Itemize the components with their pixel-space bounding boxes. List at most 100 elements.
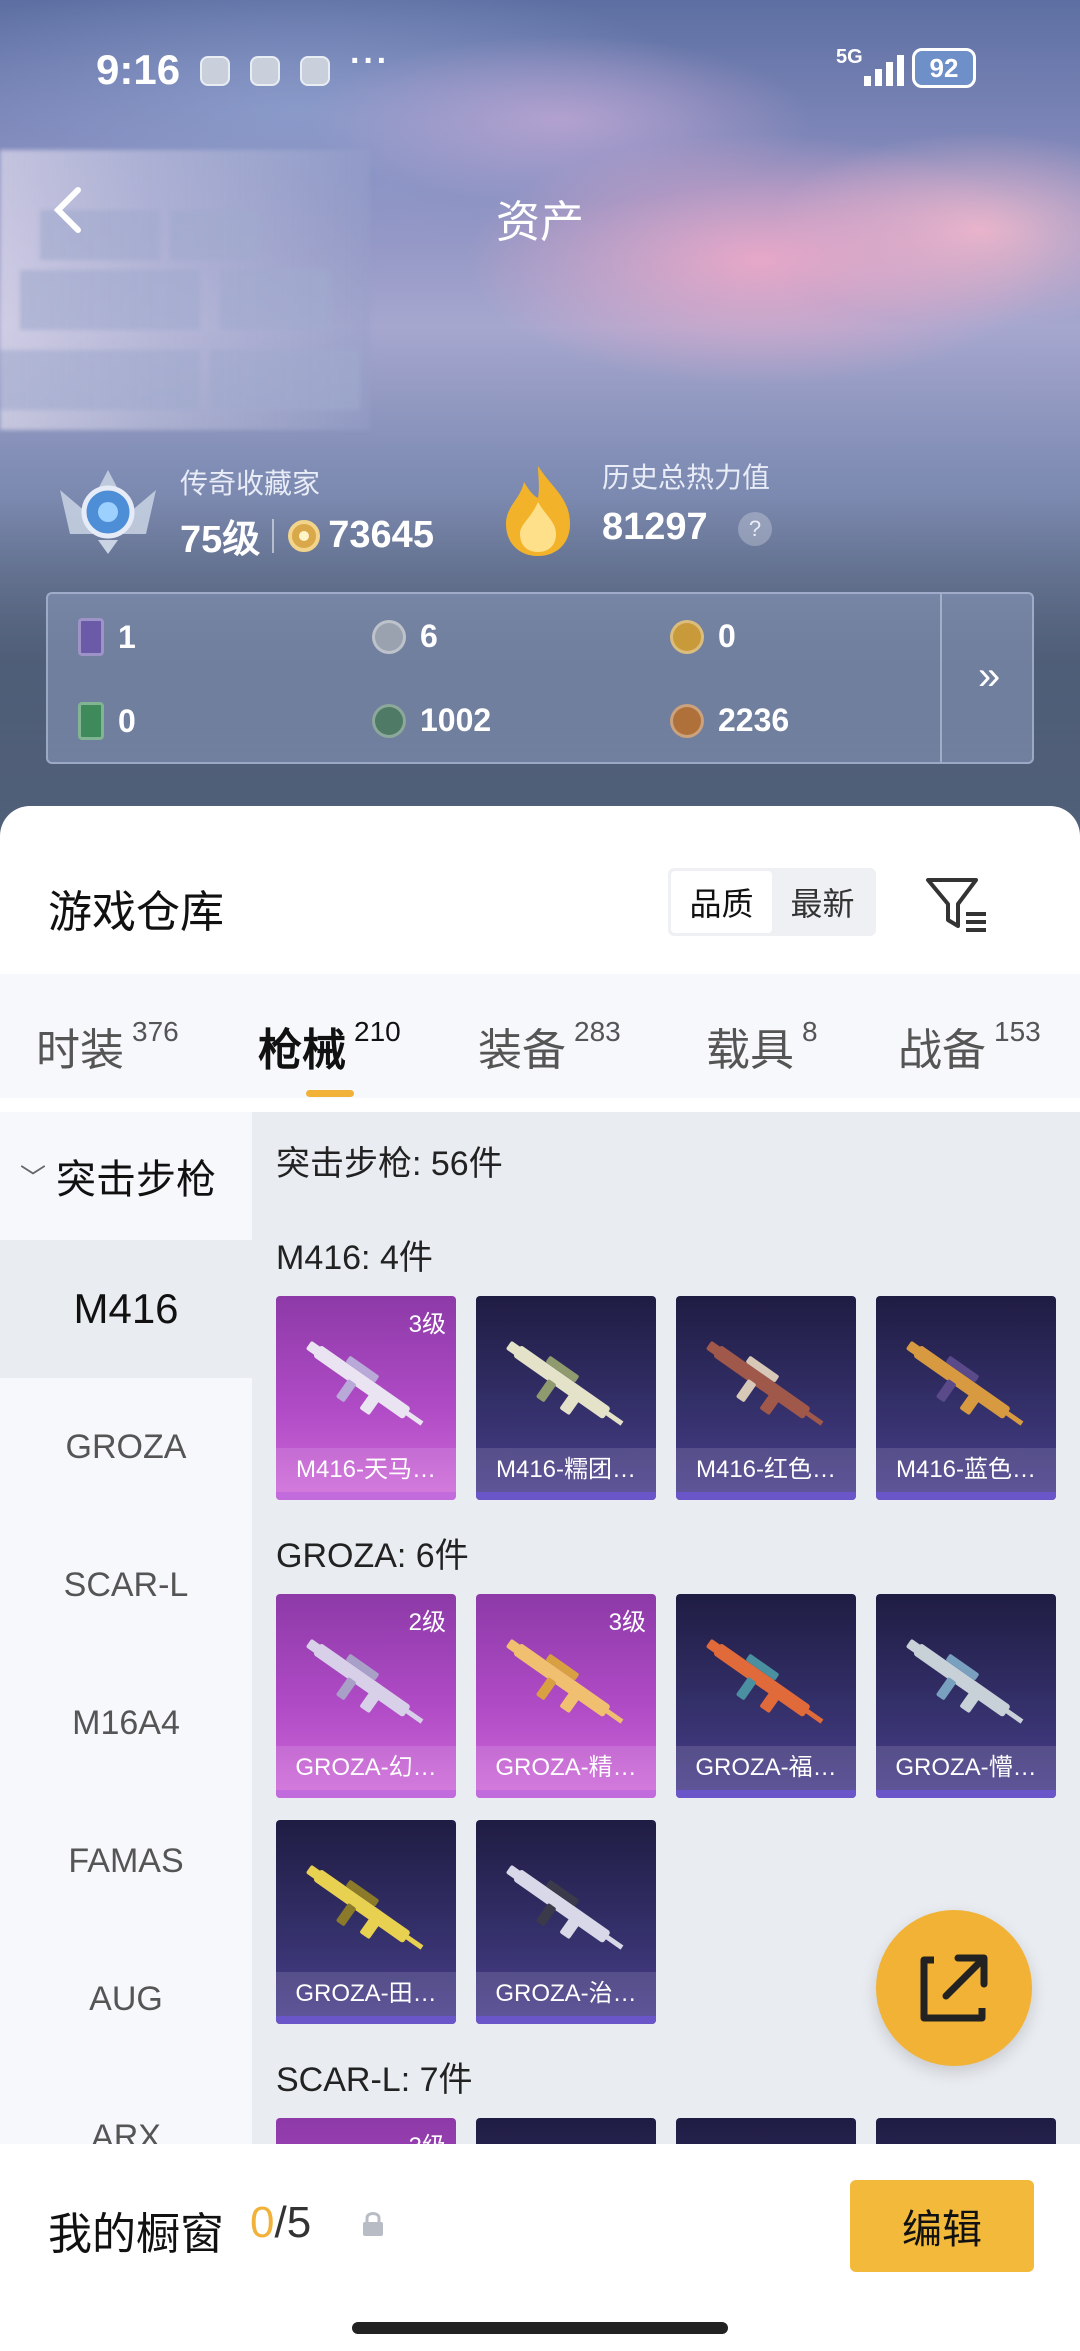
- rarity-strip: [276, 2016, 456, 2024]
- share-button[interactable]: [876, 1910, 1032, 2066]
- heat-label: 历史总热力值: [602, 462, 771, 493]
- currency-item: 6: [372, 618, 438, 655]
- weapon-card[interactable]: M416-蓝色…: [876, 1296, 1056, 1500]
- weapon-name: GROZA-精…: [476, 1746, 656, 1790]
- warehouse-sheet: 游戏仓库 品质 最新 时装 376 枪械 210 装备 283 载具 8 战备 …: [0, 806, 1080, 2351]
- sidebar-item-scar-l[interactable]: SCAR-L: [0, 1516, 252, 1654]
- weapon-name: GROZA-治…: [476, 1972, 656, 2016]
- currency-item: 1002: [372, 702, 491, 739]
- chevron-down-icon: ﹀: [20, 1162, 47, 1193]
- sort-latest-button[interactable]: 最新: [772, 871, 873, 933]
- tab-fashion[interactable]: 时装 376: [36, 1014, 179, 1078]
- currency-item: 1: [78, 618, 136, 656]
- status-time: 9:16: [96, 46, 181, 93]
- weapon-card[interactable]: 2级 GROZA-幻…: [276, 1594, 456, 1798]
- rarity-strip: [276, 1492, 456, 1500]
- signal-icon: [864, 55, 904, 86]
- app-notification-icon: [250, 56, 280, 86]
- help-icon[interactable]: ?: [738, 512, 772, 546]
- weapon-level: 2级: [408, 1609, 446, 1636]
- sort-quality-button[interactable]: 品质: [671, 871, 772, 933]
- tab-supplies[interactable]: 战备 153: [898, 1014, 1041, 1078]
- showcase-used: 0: [250, 2198, 275, 2247]
- section-title: SCAR-L: 7件: [276, 2061, 473, 2099]
- sidebar-item-famas[interactable]: FAMAS: [0, 1792, 252, 1930]
- currency-value: 6: [420, 618, 438, 654]
- bronze-coin-icon: [670, 703, 704, 738]
- green-coin-icon: [372, 703, 406, 738]
- green-card-icon: [78, 702, 104, 740]
- tab-count: 283: [574, 1016, 621, 1047]
- divider: [272, 518, 275, 553]
- tab-firearms[interactable]: 枪械 210: [258, 1014, 401, 1078]
- rifle-icon: [506, 1341, 624, 1426]
- sidebar-item-aug[interactable]: AUG: [0, 1930, 252, 2068]
- weapon-card[interactable]: 3级 GROZA-精…: [476, 1594, 656, 1798]
- collector-points: 73645: [328, 514, 434, 556]
- tab-label: 装备: [478, 1026, 566, 1075]
- tab-vehicles[interactable]: 载具 8: [706, 1014, 818, 1078]
- rifle-icon: [906, 1639, 1024, 1724]
- weapon-card[interactable]: GROZA-福…: [676, 1594, 856, 1798]
- rarity-strip: [676, 1492, 856, 1500]
- silver-coin-icon: [372, 619, 406, 654]
- rifle-icon: [706, 1341, 824, 1426]
- rarity-strip: [476, 1492, 656, 1500]
- share-icon: [920, 1954, 988, 2022]
- home-indicator: [352, 2322, 728, 2334]
- rifle-icon: [306, 1341, 424, 1426]
- tab-label: 枪械: [258, 1026, 346, 1075]
- weapon-card[interactable]: GROZA-田…: [276, 1820, 456, 2024]
- currency-panel[interactable]: 1 6 0 0 1002 2236 »: [46, 592, 1034, 764]
- weapon-name: GROZA-田…: [276, 1972, 456, 2016]
- active-tab-indicator: [306, 1090, 354, 1097]
- edit-button[interactable]: 编辑: [850, 2180, 1034, 2272]
- rarity-strip: [476, 1790, 656, 1798]
- showcase-separator: /: [274, 2198, 287, 2247]
- sidebar-item-m16a4[interactable]: M16A4: [0, 1654, 252, 1792]
- rifle-icon: [306, 1639, 424, 1724]
- sidebar-group-label: 突击步枪: [56, 1158, 217, 1202]
- rifle-icon: [906, 1341, 1024, 1426]
- currency-value: 0: [718, 618, 736, 654]
- weapon-card[interactable]: M416-红色…: [676, 1296, 856, 1500]
- tab-equipment[interactable]: 装备 283: [478, 1014, 621, 1078]
- rifle-icon: [706, 1639, 824, 1724]
- rarity-strip: [876, 1492, 1056, 1500]
- network-type: 5G: [836, 46, 863, 68]
- weapon-name: M416-天马…: [276, 1448, 456, 1492]
- lock-icon: [363, 2212, 383, 2236]
- tab-count: 376: [132, 1016, 179, 1047]
- showcase-count: 0/5: [250, 2198, 311, 2248]
- app-notification-icon: [300, 56, 330, 86]
- tab-label: 载具: [706, 1026, 794, 1075]
- weapon-name: GROZA-懵…: [876, 1746, 1056, 1790]
- weapon-name: GROZA-福…: [676, 1746, 856, 1790]
- sidebar-group-assault-rifles[interactable]: ﹀ 突击步枪: [0, 1112, 252, 1240]
- flame-icon: [506, 466, 570, 556]
- sidebar-item-groza[interactable]: GROZA: [0, 1378, 252, 1516]
- filter-icon[interactable]: [924, 874, 990, 934]
- collector-badge-icon: [60, 470, 156, 554]
- weapon-name: GROZA-幻…: [276, 1746, 456, 1790]
- divider: [940, 594, 942, 762]
- collector-label: 传奇收藏家: [180, 468, 321, 499]
- currency-value: 1: [118, 618, 136, 655]
- page-title: 资产: [496, 198, 584, 247]
- showcase-label: 我的橱窗: [48, 2210, 224, 2259]
- sidebar-item-m416[interactable]: M416: [0, 1240, 252, 1378]
- tab-label: 战备: [898, 1026, 986, 1075]
- weapon-card[interactable]: GROZA-懵…: [876, 1594, 1056, 1798]
- weapon-card[interactable]: 3级 M416-天马…: [276, 1296, 456, 1500]
- currency-item: 2236: [670, 702, 789, 739]
- weapon-card[interactable]: M416-糯团…: [476, 1296, 656, 1500]
- currency-value: 0: [118, 702, 136, 739]
- rarity-strip: [276, 1790, 456, 1798]
- currency-value: 2236: [718, 702, 790, 738]
- expand-currencies-icon[interactable]: »: [978, 654, 1000, 699]
- tab-label: 时装: [36, 1026, 124, 1075]
- category-tabs: 时装 376 枪械 210 装备 283 载具 8 战备 153: [0, 974, 1080, 1098]
- currency-value: 1002: [420, 702, 492, 738]
- weapon-card[interactable]: GROZA-治…: [476, 1820, 656, 2024]
- more-notifications-icon: ···: [350, 42, 390, 80]
